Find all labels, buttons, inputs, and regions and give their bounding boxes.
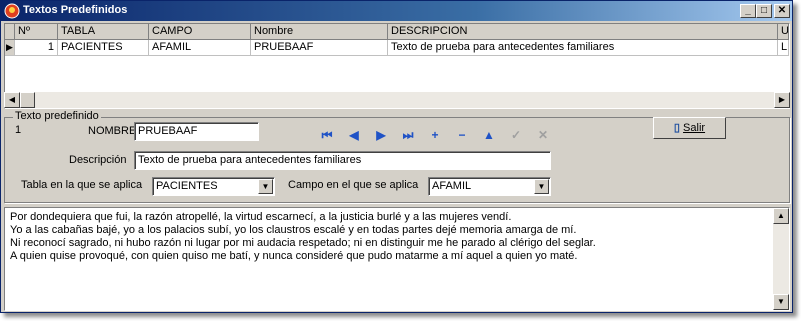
- app-icon: [4, 3, 20, 19]
- tabla-select[interactable]: PACIENTES ▼: [152, 177, 275, 196]
- memo-vertical-scrollbar[interactable]: ▲ ▼: [773, 208, 789, 310]
- memo-line: Ni reconocí sagrado, ni hubo razón ni lu…: [10, 237, 596, 249]
- cell-u[interactable]: L: [778, 40, 789, 56]
- cell-campo[interactable]: AFAMIL: [149, 40, 251, 56]
- column-header-tabla[interactable]: TABLA: [58, 24, 149, 40]
- record-number: 1: [15, 124, 22, 136]
- descripcion-field[interactable]: Texto de prueba para antecedentes famili…: [134, 151, 551, 170]
- scroll-down-icon[interactable]: ▼: [773, 294, 789, 310]
- campo-select-value: AFAMIL: [432, 180, 472, 192]
- chevron-down-icon[interactable]: ▼: [258, 179, 273, 194]
- salir-button[interactable]: ▯ Salir: [653, 117, 726, 139]
- campo-select[interactable]: AFAMIL ▼: [428, 177, 551, 196]
- cell-nombre[interactable]: PRUEBAAF: [251, 40, 388, 56]
- scroll-right-icon[interactable]: ▶: [774, 92, 790, 108]
- column-header-nombre[interactable]: Nombre: [251, 24, 388, 40]
- last-record-icon[interactable]: ⏭: [400, 127, 416, 143]
- tabla-select-value: PACIENTES: [156, 180, 218, 192]
- grid-indicator-header: [5, 24, 15, 40]
- memo-line: A quien quise provoqué, con quien quiso …: [10, 250, 578, 262]
- row-indicator-icon: ▶: [5, 40, 15, 56]
- cell-tabla[interactable]: PACIENTES: [58, 40, 149, 56]
- textos-predefinidos-window: Textos Predefinidos _ □ ✕ Nº TABLA CAMPO…: [0, 0, 793, 313]
- cell-descripcion[interactable]: Texto de prueba para antecedentes famili…: [388, 40, 778, 56]
- grid-horizontal-scrollbar[interactable]: ◀ ▶: [4, 92, 790, 108]
- title-bar[interactable]: Textos Predefinidos _ □ ✕: [1, 1, 792, 21]
- salir-label: Salir: [683, 122, 706, 134]
- campo-label: Campo en el que se aplica: [288, 179, 419, 191]
- insert-record-icon[interactable]: +: [427, 127, 443, 143]
- texto-memo[interactable]: Por dondequiera que fui, la razón atrope…: [4, 207, 790, 311]
- scroll-left-icon[interactable]: ◀: [4, 92, 20, 108]
- group-legend: Texto predefinido: [13, 110, 101, 122]
- column-header-descripcion[interactable]: DESCRIPCION: [388, 24, 778, 40]
- window-title: Textos Predefinidos: [23, 4, 128, 16]
- descripcion-label: Descripción: [69, 154, 127, 166]
- column-header-campo[interactable]: CAMPO: [149, 24, 251, 40]
- door-icon: ▯: [673, 122, 680, 134]
- nombre-label: NOMBRE: [88, 125, 137, 137]
- close-button[interactable]: ✕: [774, 4, 790, 18]
- scroll-thumb[interactable]: [20, 92, 35, 108]
- prior-record-icon[interactable]: ◀: [346, 127, 362, 143]
- tabla-label: Tabla en la que se aplica: [21, 179, 143, 191]
- post-record-icon: ✓: [510, 128, 522, 142]
- maximize-button[interactable]: □: [756, 4, 772, 18]
- nombre-field[interactable]: PRUEBAAF: [134, 122, 259, 141]
- memo-line: Yo a las cabañas bajé, yo a los palacios…: [10, 224, 577, 236]
- cancel-record-icon: ✕: [537, 128, 549, 142]
- scroll-up-icon[interactable]: ▲: [773, 208, 789, 224]
- memo-line: Por dondequiera que fui, la razón atrope…: [10, 211, 512, 223]
- first-record-icon[interactable]: ⏮: [319, 127, 335, 143]
- cell-n[interactable]: 1: [15, 40, 58, 56]
- delete-record-icon[interactable]: −: [454, 127, 470, 143]
- minimize-button[interactable]: _: [740, 4, 756, 18]
- column-header-u[interactable]: U: [778, 24, 789, 40]
- edit-record-icon[interactable]: ▲: [481, 127, 497, 143]
- column-header-n[interactable]: Nº: [15, 24, 58, 40]
- chevron-down-icon[interactable]: ▼: [534, 179, 549, 194]
- next-record-icon[interactable]: ▶: [373, 127, 389, 143]
